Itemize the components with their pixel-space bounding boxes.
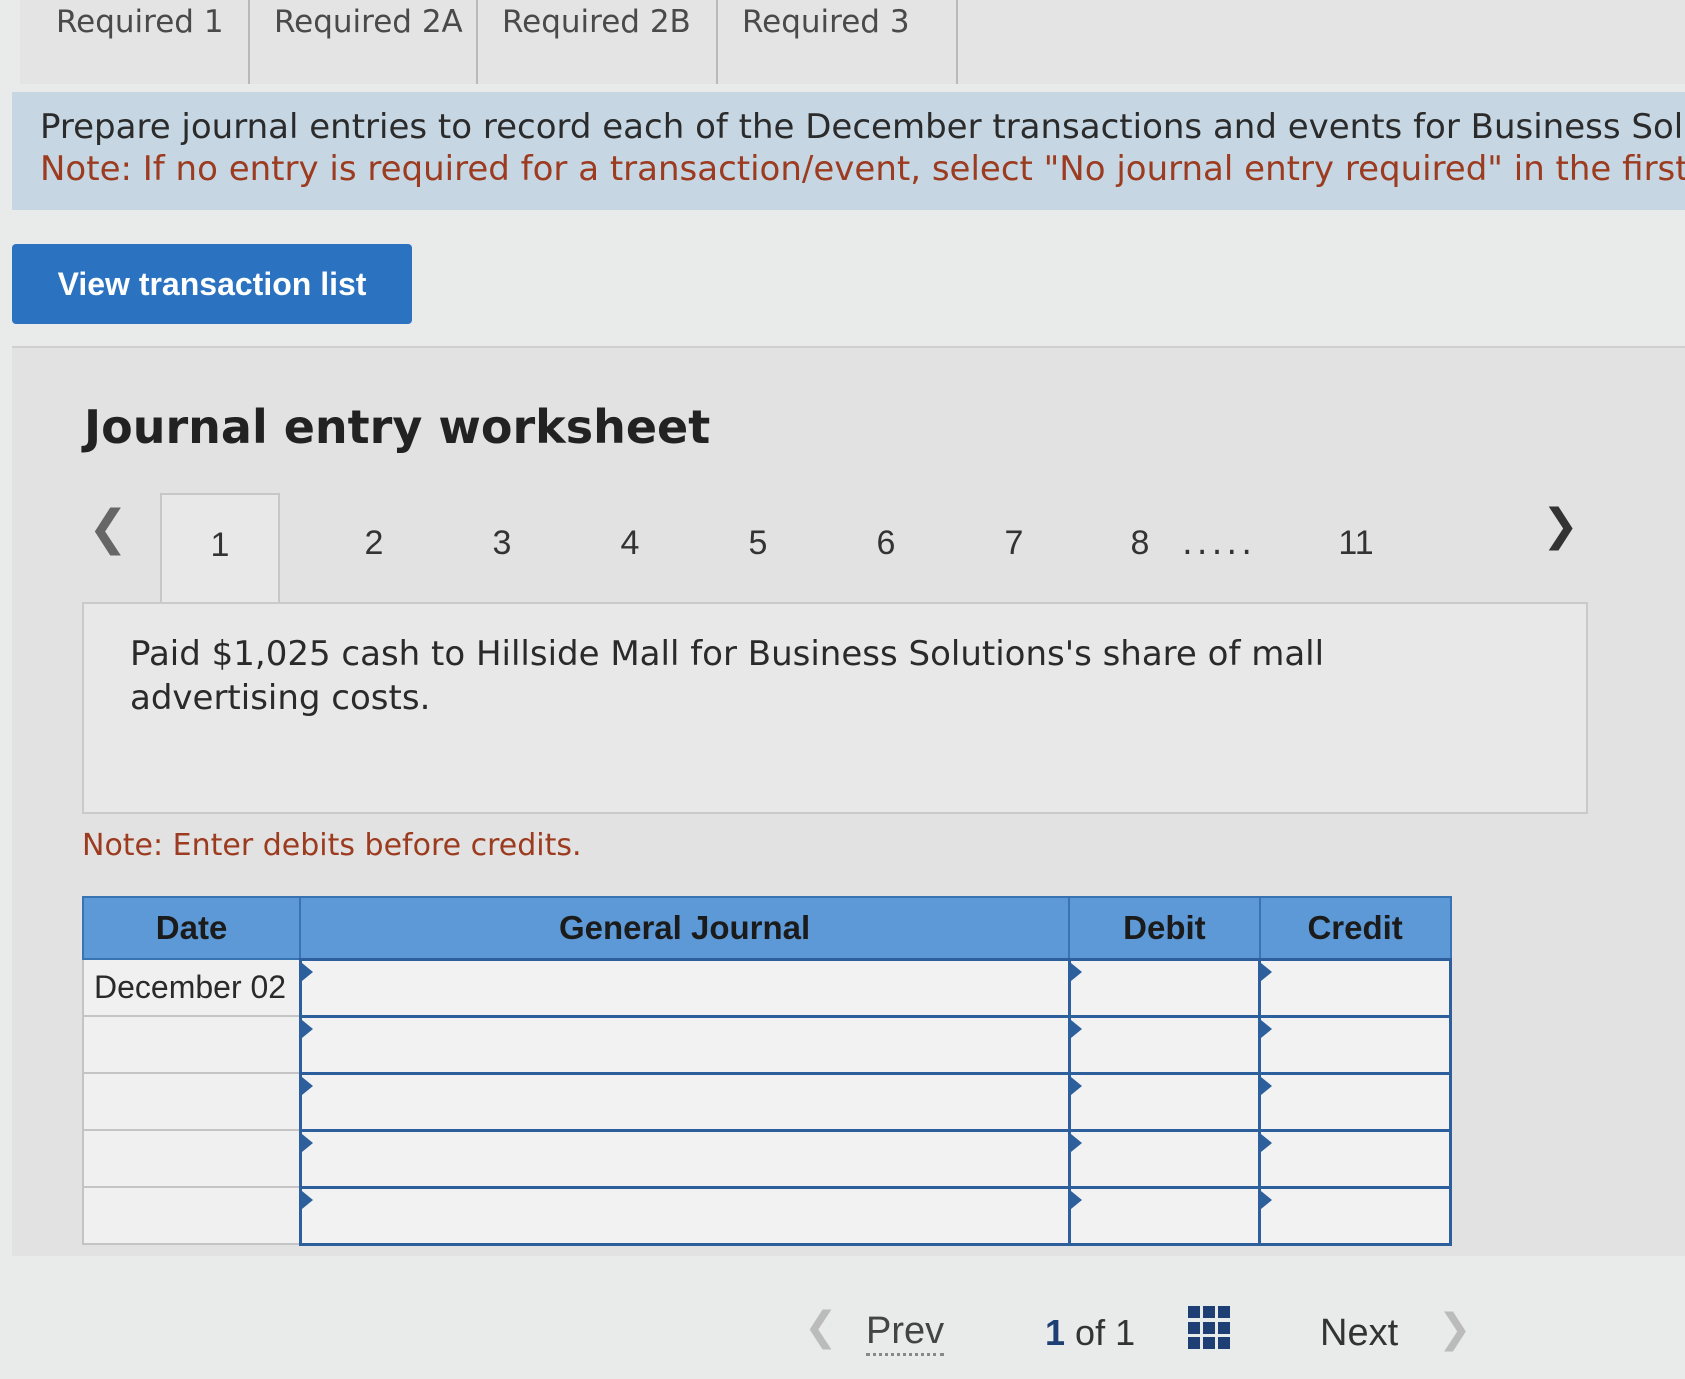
table-row [81, 1071, 1452, 1132]
pagination: ❮ Prev 1 of 1 Next ❯ [0, 1300, 1685, 1379]
general-journal-table: Date General Journal Debit Credit Decemb… [81, 896, 1452, 1246]
date-cell [81, 1072, 302, 1131]
entry-tab-7[interactable]: 7 [954, 493, 1074, 593]
chevron-right-icon[interactable]: ❯ [1542, 500, 1602, 560]
entry-tab-label: 11 [1338, 524, 1374, 562]
debit-input[interactable] [1067, 1128, 1262, 1189]
entry-tab-label: 6 [876, 524, 896, 562]
tab-required-2b[interactable]: Required 2B [478, 0, 718, 84]
entry-tab-11[interactable]: 11 [1296, 493, 1416, 593]
account-input[interactable] [298, 1014, 1071, 1075]
transaction-description-box: Paid $1,025 cash to Hillside Mall for Bu… [82, 602, 1588, 814]
account-input[interactable] [298, 957, 1071, 1018]
prev-button[interactable]: Prev [866, 1310, 945, 1356]
header-credit: Credit [1258, 896, 1452, 960]
credit-input[interactable] [1258, 1185, 1452, 1246]
entry-tab-label: 4 [620, 524, 640, 562]
entry-tab-label: 1 [210, 526, 230, 564]
debit-input[interactable] [1067, 1185, 1262, 1246]
entry-tab-label: 8 [1130, 524, 1150, 562]
instructions-text: Prepare journal entries to record each o… [40, 107, 1685, 147]
view-transaction-list-button[interactable]: View transaction list [12, 244, 412, 324]
instructions-note: Note: If no entry is required for a tran… [40, 149, 1685, 189]
credit-input[interactable] [1258, 957, 1452, 1018]
entry-tab-label: 7 [1004, 524, 1024, 562]
account-input[interactable] [298, 1071, 1071, 1132]
date-cell [81, 1015, 302, 1074]
tab-label: Required 3 [742, 4, 910, 40]
account-input[interactable] [298, 1128, 1071, 1189]
chevron-right-icon: ❯ [1438, 1306, 1472, 1352]
transaction-description: Paid $1,025 cash to Hillside Mall for Bu… [130, 634, 1325, 718]
chevron-left-icon[interactable]: ❮ [88, 500, 128, 560]
table-header-row: Date General Journal Debit Credit [81, 896, 1452, 960]
date-cell [81, 1129, 302, 1188]
table-row [81, 1128, 1452, 1189]
next-button[interactable]: Next [1320, 1312, 1398, 1355]
credit-input[interactable] [1258, 1014, 1452, 1075]
tab-ellipsis: ..... [1182, 523, 1257, 563]
debit-input[interactable] [1067, 1014, 1262, 1075]
of-label: of [1075, 1312, 1106, 1353]
total-pages: 1 [1115, 1312, 1136, 1353]
entry-tab-4[interactable]: 4 [570, 493, 690, 593]
table-row [81, 1014, 1452, 1075]
tab-label: Required 1 [56, 4, 224, 40]
entry-tab-5[interactable]: 5 [698, 493, 818, 593]
entry-tab-label: 3 [492, 524, 512, 562]
credit-input[interactable] [1258, 1128, 1452, 1189]
debit-input[interactable] [1067, 1071, 1262, 1132]
entry-tab-6[interactable]: 6 [826, 493, 946, 593]
grid-icon[interactable] [1188, 1306, 1232, 1350]
table-row: December 02 [81, 957, 1452, 1018]
page-indicator: 1 of 1 [1045, 1312, 1135, 1354]
tab-required-2a[interactable]: Required 2A [250, 0, 478, 84]
entry-tab-3[interactable]: 3 [442, 493, 562, 593]
header-date: Date [81, 896, 302, 960]
chevron-left-icon: ❮ [804, 1304, 838, 1350]
date-cell [81, 1186, 302, 1245]
tab-label: Required 2A [274, 4, 463, 40]
tab-label: Required 2B [502, 4, 691, 40]
debits-note: Note: Enter debits before credits. [82, 828, 582, 863]
current-page: 1 [1045, 1312, 1066, 1353]
entry-tab-label: 5 [748, 524, 768, 562]
credit-input[interactable] [1258, 1071, 1452, 1132]
date-cell: December 02 [81, 958, 302, 1017]
tab-required-1[interactable]: Required 1 [32, 0, 250, 84]
header-debit: Debit [1068, 896, 1261, 960]
debit-input[interactable] [1067, 957, 1262, 1018]
worksheet-title: Journal entry worksheet [84, 400, 711, 454]
requirement-tabs: Required 1 Required 2A Required 2B Requi… [20, 0, 1685, 84]
instructions-banner: Prepare journal entries to record each o… [12, 92, 1685, 210]
header-general-journal: General Journal [299, 896, 1071, 960]
entry-tab-1[interactable]: 1 [160, 493, 280, 605]
tab-required-3[interactable]: Required 3 [718, 0, 958, 84]
journal-worksheet-panel: Journal entry worksheet ❮ 1 2 3 4 5 6 7 … [12, 346, 1685, 1256]
table-row [81, 1185, 1452, 1246]
account-input[interactable] [298, 1185, 1071, 1246]
entry-tab-label: 2 [364, 524, 384, 562]
entry-tab-2[interactable]: 2 [314, 493, 434, 593]
